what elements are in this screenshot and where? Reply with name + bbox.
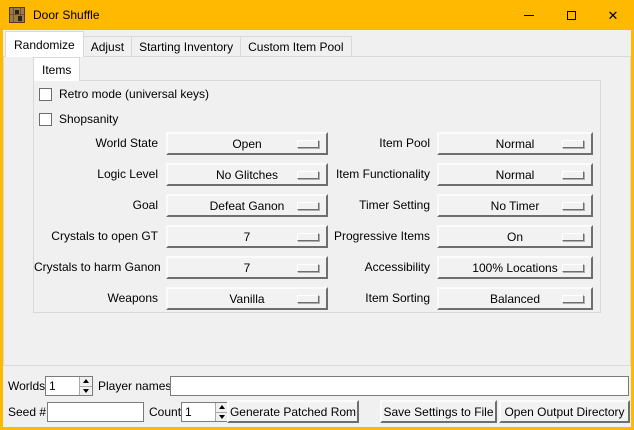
tab-label: Items xyxy=(42,63,71,77)
worlds-label: Worlds xyxy=(8,376,45,396)
weapons-label: Weapons xyxy=(34,287,158,310)
item-sorting-dropdown[interactable]: Balanced xyxy=(437,287,593,310)
progressive-items-label: Progressive Items xyxy=(324,225,430,248)
dropdown-indicator-icon xyxy=(562,264,584,272)
door-icon xyxy=(9,7,25,23)
dropdown-indicator-icon xyxy=(297,264,319,272)
main-tab-bar: Randomize Adjust Starting Inventory Cust… xyxy=(5,32,352,57)
crystals-gt-label: Crystals to open GT xyxy=(34,225,158,248)
dropdown-value: Balanced xyxy=(490,292,540,306)
dropdown-value: Open xyxy=(232,137,261,151)
dropdown-indicator-icon xyxy=(297,140,319,148)
count-value: 1 xyxy=(182,403,215,421)
worlds-spinbox[interactable]: 1 xyxy=(45,376,93,396)
tab-randomize[interactable]: Randomize xyxy=(5,31,84,57)
dropdown-value: 7 xyxy=(244,230,251,244)
tab-items[interactable]: Items xyxy=(33,57,80,81)
shopsanity-row: Shopsanity xyxy=(39,112,118,126)
dropdown-indicator-icon xyxy=(562,202,584,210)
arrow-down-icon xyxy=(83,389,89,393)
worlds-spin-down-button[interactable] xyxy=(80,386,92,396)
dropdown-indicator-icon xyxy=(562,233,584,241)
maximize-button[interactable] xyxy=(550,0,592,30)
dropdown-value: On xyxy=(507,230,523,244)
arrow-up-icon xyxy=(219,405,225,409)
maximize-icon xyxy=(567,11,576,20)
item-sorting-label: Item Sorting xyxy=(324,287,430,310)
dropdown-indicator-icon xyxy=(562,171,584,179)
seed-label: Seed # xyxy=(8,402,46,422)
dropdown-indicator-icon xyxy=(562,295,584,303)
close-button[interactable]: ✕ xyxy=(592,0,634,30)
goal-dropdown[interactable]: Defeat Ganon xyxy=(166,194,328,217)
retro-mode-row: Retro mode (universal keys) xyxy=(39,87,209,101)
open-output-directory-button[interactable]: Open Output Directory xyxy=(499,400,630,423)
count-spinbox[interactable]: 1 xyxy=(181,402,229,422)
player-names-input[interactable] xyxy=(170,376,629,396)
dropdown-value: Normal xyxy=(496,168,535,182)
worlds-spin-up-button[interactable] xyxy=(80,377,92,386)
timer-setting-dropdown[interactable]: No Timer xyxy=(437,194,593,217)
tab-label: Custom Item Pool xyxy=(248,40,343,54)
minimize-button[interactable] xyxy=(508,0,550,30)
crystals-gt-dropdown[interactable]: 7 xyxy=(166,225,328,248)
item-pool-dropdown[interactable]: Normal xyxy=(437,132,593,155)
world-state-dropdown[interactable]: Open xyxy=(166,132,328,155)
seed-input[interactable] xyxy=(47,402,144,422)
worlds-value: 1 xyxy=(46,377,79,395)
dropdown-value: 100% Locations xyxy=(472,261,557,275)
tab-adjust[interactable]: Adjust xyxy=(83,36,132,57)
goal-label: Goal xyxy=(34,194,158,217)
dropdown-indicator-icon xyxy=(297,171,319,179)
dropdown-value: Normal xyxy=(496,137,535,151)
weapons-dropdown[interactable]: Vanilla xyxy=(166,287,328,310)
accessibility-label: Accessibility xyxy=(324,256,430,279)
title-bar: Door Shuffle ✕ xyxy=(0,0,634,30)
window-controls: ✕ xyxy=(508,0,634,30)
generate-patched-rom-button[interactable]: Generate Patched Rom xyxy=(227,400,359,423)
dropdown-indicator-icon xyxy=(297,233,319,241)
dropdown-indicator-icon xyxy=(297,295,319,303)
dropdown-value: Defeat Ganon xyxy=(210,199,285,213)
item-functionality-dropdown[interactable]: Normal xyxy=(437,163,593,186)
timer-setting-label: Timer Setting xyxy=(324,194,430,217)
shopsanity-label: Shopsanity xyxy=(59,112,118,126)
progressive-items-dropdown[interactable]: On xyxy=(437,225,593,248)
logic-level-dropdown[interactable]: No Glitches xyxy=(166,163,328,186)
accessibility-dropdown[interactable]: 100% Locations xyxy=(437,256,593,279)
crystals-ganon-dropdown[interactable]: 7 xyxy=(166,256,328,279)
dropdown-value: No Timer xyxy=(491,199,540,213)
worlds-spin-buttons xyxy=(79,377,92,395)
world-state-label: World State xyxy=(34,132,158,155)
item-functionality-label: Item Functionality xyxy=(324,163,430,186)
save-settings-button[interactable]: Save Settings to File xyxy=(380,400,497,423)
window-title: Door Shuffle xyxy=(33,8,100,22)
tab-custom-item-pool[interactable]: Custom Item Pool xyxy=(240,36,351,57)
player-names-label: Player names xyxy=(98,376,171,396)
crystals-ganon-label: Crystals to harm Ganon xyxy=(34,256,158,279)
items-tab-pane: Retro mode (universal keys) Shopsanity W… xyxy=(33,80,601,313)
tab-label: Starting Inventory xyxy=(139,40,233,54)
retro-mode-checkbox[interactable] xyxy=(39,88,52,101)
shopsanity-checkbox[interactable] xyxy=(39,113,52,126)
dropdown-value: No Glitches xyxy=(216,168,278,182)
minimize-icon xyxy=(524,15,534,16)
arrow-up-icon xyxy=(83,379,89,383)
close-icon: ✕ xyxy=(608,9,619,22)
tab-starting-inventory[interactable]: Starting Inventory xyxy=(131,36,241,57)
arrow-down-icon xyxy=(219,415,225,419)
dropdown-value: Vanilla xyxy=(229,292,264,306)
tab-label: Adjust xyxy=(91,40,124,54)
tab-label: Randomize xyxy=(14,38,75,52)
dropdown-indicator-icon xyxy=(562,140,584,148)
logic-level-label: Logic Level xyxy=(34,163,158,186)
dropdown-indicator-icon xyxy=(297,202,319,210)
retro-mode-label: Retro mode (universal keys) xyxy=(59,87,209,101)
count-label: Count xyxy=(149,402,181,422)
app-window: Door Shuffle ✕ Randomize Adjust Starting… xyxy=(0,0,634,430)
dropdown-value: 7 xyxy=(244,261,251,275)
item-pool-label: Item Pool xyxy=(324,132,430,155)
client-area: Randomize Adjust Starting Inventory Cust… xyxy=(3,30,631,427)
